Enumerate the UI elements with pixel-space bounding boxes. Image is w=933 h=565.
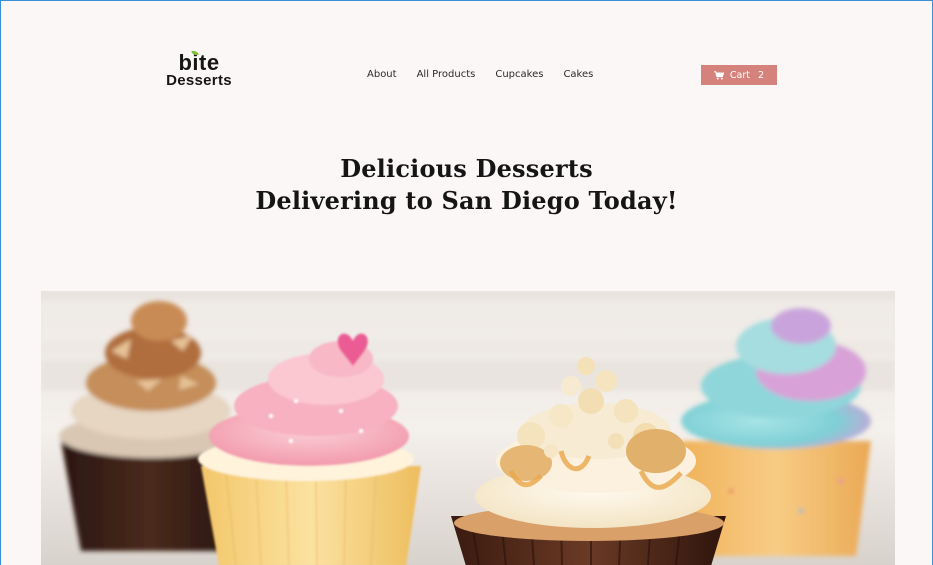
brand-logo[interactable]: bite Desserts <box>159 49 239 93</box>
hero-headline: Delicious Desserts Delivering to San Die… <box>1 153 932 217</box>
cart-count-badge: 2 <box>758 69 765 81</box>
cupcakes-photo <box>41 291 895 565</box>
shopping-cart-icon <box>714 70 724 80</box>
logo-text-bite: bite <box>178 50 220 75</box>
cart-label: Cart <box>729 69 751 81</box>
cart-button[interactable]: Cart 2 <box>701 65 777 85</box>
nav-all-products[interactable]: All Products <box>417 68 476 82</box>
logo-text-desserts: Desserts <box>166 72 232 89</box>
hero-headline-line2: Delivering to San Diego Today! <box>255 186 678 215</box>
hero-cupcakes-image <box>41 291 895 565</box>
nav-cakes[interactable]: Cakes <box>563 68 593 82</box>
nav-about[interactable]: About <box>367 68 397 82</box>
nav-cupcakes[interactable]: Cupcakes <box>495 68 543 82</box>
site-header: bite Desserts About All Products Cupcake… <box>1 1 932 151</box>
hero-headline-line1: Delicious Desserts <box>340 154 593 183</box>
main-nav: About All Products Cupcakes Cakes <box>367 68 613 82</box>
